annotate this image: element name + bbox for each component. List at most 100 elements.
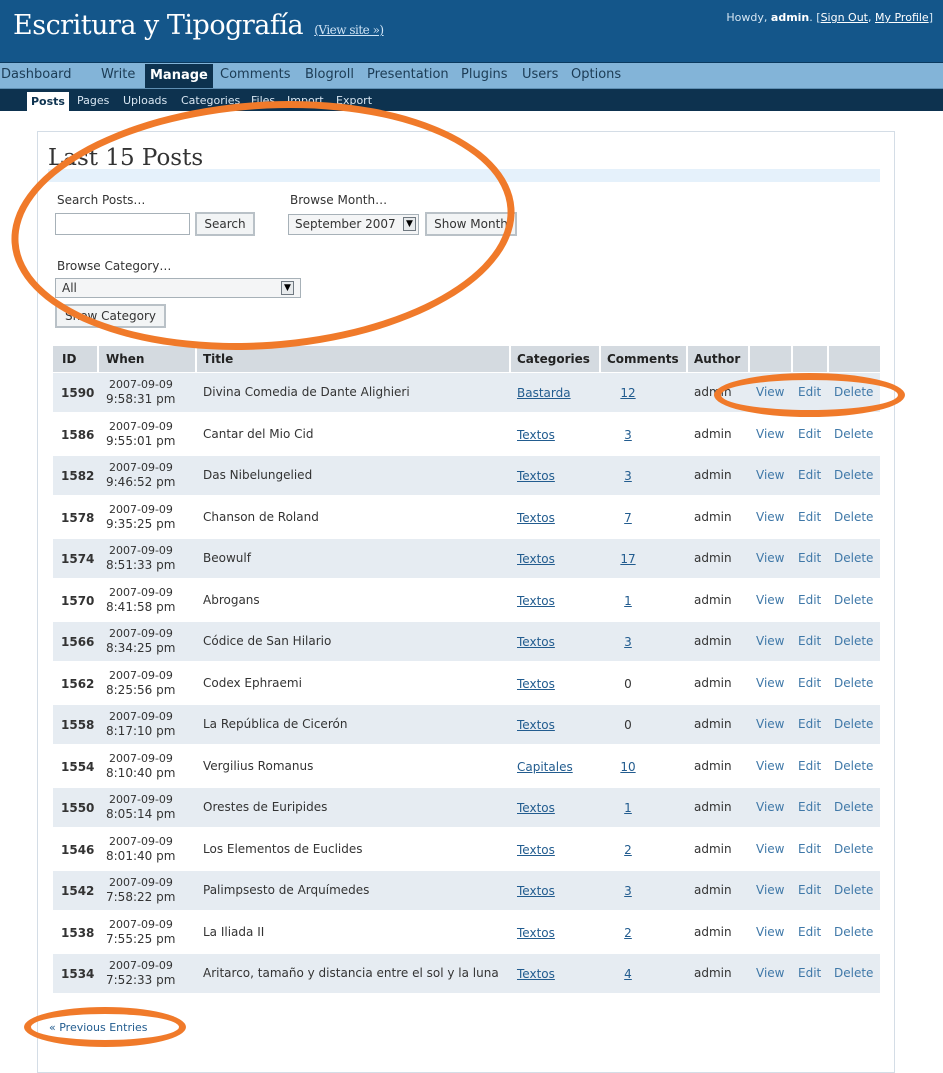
view-post-link[interactable]: View: [756, 759, 784, 773]
view-post-link[interactable]: View: [756, 593, 784, 607]
post-title: La República de Cicerón: [203, 717, 348, 731]
delete-post-link[interactable]: Delete: [834, 510, 873, 524]
delete-post-link[interactable]: Delete: [834, 717, 873, 731]
delete-post-link[interactable]: Delete: [834, 593, 873, 607]
view-post-link[interactable]: View: [756, 966, 784, 980]
edit-post-link[interactable]: Edit: [798, 676, 821, 690]
edit-post-link[interactable]: Edit: [798, 593, 821, 607]
edit-post-link[interactable]: Edit: [798, 842, 821, 856]
menu-manage[interactable]: Manage: [145, 64, 213, 88]
edit-post-link[interactable]: Edit: [798, 551, 821, 565]
menu-blogroll[interactable]: Blogroll: [305, 67, 354, 82]
submenu-posts[interactable]: Posts: [27, 92, 69, 111]
view-post-link[interactable]: View: [756, 717, 784, 731]
delete-post-link[interactable]: Delete: [834, 676, 873, 690]
post-category-link[interactable]: Textos: [517, 594, 555, 608]
edit-post-link[interactable]: Edit: [798, 883, 821, 897]
post-comments-link[interactable]: 10: [608, 760, 648, 774]
post-comments-link[interactable]: 2: [608, 926, 648, 940]
edit-post-link[interactable]: Edit: [798, 468, 821, 482]
table-row: 1562 2007-09-09 8:25:56 pm Codex Ephraemi Te…: [53, 664, 880, 703]
post-category-link[interactable]: Textos: [517, 635, 555, 649]
post-category-link[interactable]: Textos: [517, 677, 555, 691]
menu-presentation[interactable]: Presentation: [367, 67, 449, 82]
delete-post-link[interactable]: Delete: [834, 883, 873, 897]
edit-post-link[interactable]: Edit: [798, 634, 821, 648]
post-category-link[interactable]: Textos: [517, 801, 555, 815]
post-category-link[interactable]: Textos: [517, 511, 555, 525]
table-row: 1554 2007-09-09 8:10:40 pm Vergilius Romanu…: [53, 747, 880, 786]
post-category-link[interactable]: Textos: [517, 428, 555, 442]
post-title: Beowulf: [203, 551, 251, 565]
post-date-day: 2007-09-09: [109, 419, 173, 433]
delete-post-link[interactable]: Delete: [834, 925, 873, 939]
submenu-uploads[interactable]: Uploads: [123, 94, 167, 107]
delete-post-link[interactable]: Delete: [834, 634, 873, 648]
menu-write[interactable]: Write: [101, 67, 135, 82]
edit-post-link[interactable]: Edit: [798, 800, 821, 814]
post-comments-link[interactable]: 1: [608, 594, 648, 608]
delete-post-link[interactable]: Delete: [834, 966, 873, 980]
view-post-link[interactable]: View: [756, 842, 784, 856]
view-post-link[interactable]: View: [756, 676, 784, 690]
post-author: admin: [694, 800, 732, 814]
view-post-link[interactable]: View: [756, 925, 784, 939]
edit-post-link[interactable]: Edit: [798, 717, 821, 731]
post-comments-link[interactable]: 3: [608, 428, 648, 442]
post-title: Vergilius Romanus: [203, 758, 314, 773]
edit-post-link[interactable]: Edit: [798, 427, 821, 441]
delete-post-link[interactable]: Delete: [834, 800, 873, 814]
post-category-link[interactable]: Textos: [517, 926, 555, 940]
view-post-link[interactable]: View: [756, 427, 784, 441]
post-category-link[interactable]: Capitales: [517, 760, 573, 774]
menu-dashboard[interactable]: Dashboard: [1, 67, 72, 82]
menu-users[interactable]: Users: [522, 67, 558, 82]
my-profile-link[interactable]: My Profile: [875, 11, 929, 24]
menu-plugins[interactable]: Plugins: [461, 67, 508, 82]
delete-post-link[interactable]: Delete: [834, 468, 873, 482]
menu-options[interactable]: Options: [571, 67, 621, 82]
post-date: 2007-09-09 9:35:25 pm: [106, 503, 175, 531]
delete-post-link[interactable]: Delete: [834, 427, 873, 441]
view-post-link[interactable]: View: [756, 551, 784, 565]
post-date: 2007-09-09 9:46:52 pm: [106, 461, 175, 489]
post-category-link[interactable]: Textos: [517, 967, 555, 981]
post-date-time: 8:10:40 pm: [106, 765, 176, 780]
submenu-pages[interactable]: Pages: [77, 94, 109, 107]
delete-post-link[interactable]: Delete: [834, 759, 873, 773]
post-category-link[interactable]: Textos: [517, 884, 555, 898]
edit-post-link[interactable]: Edit: [798, 759, 821, 773]
post-comments-link[interactable]: 3: [608, 469, 648, 483]
post-comments-link[interactable]: 4: [608, 967, 648, 981]
menu-comments[interactable]: Comments: [220, 67, 290, 82]
post-id: 1590: [61, 386, 95, 400]
view-post-link[interactable]: View: [756, 634, 784, 648]
view-post-link[interactable]: View: [756, 510, 784, 524]
post-category-link[interactable]: Textos: [517, 469, 555, 483]
post-comments-link[interactable]: 3: [608, 635, 648, 649]
post-category-link[interactable]: Textos: [517, 552, 555, 566]
post-category-link[interactable]: Textos: [517, 718, 555, 732]
post-date-day: 2007-09-09: [109, 834, 173, 848]
view-post-link[interactable]: View: [756, 468, 784, 482]
post-comments-link[interactable]: 3: [608, 884, 648, 898]
post-date: 2007-09-09 8:41:58 pm: [106, 586, 175, 614]
post-comments-link[interactable]: 12: [608, 386, 648, 400]
edit-post-link[interactable]: Edit: [798, 925, 821, 939]
post-comments-link[interactable]: 2: [608, 843, 648, 857]
delete-post-link[interactable]: Delete: [834, 551, 873, 565]
column-divider: [827, 346, 829, 372]
post-comments-link[interactable]: 7: [608, 511, 648, 525]
view-post-link[interactable]: View: [756, 800, 784, 814]
post-category-link[interactable]: Textos: [517, 843, 555, 857]
sign-out-link[interactable]: Sign Out: [821, 11, 868, 24]
edit-post-link[interactable]: Edit: [798, 966, 821, 980]
post-category-link[interactable]: Bastarda: [517, 386, 571, 400]
post-comments-link[interactable]: 1: [608, 801, 648, 815]
delete-post-link[interactable]: Delete: [834, 842, 873, 856]
column-divider: [599, 346, 601, 372]
view-site-link[interactable]: (View site »): [314, 23, 384, 37]
view-post-link[interactable]: View: [756, 883, 784, 897]
post-comments-link[interactable]: 17: [608, 552, 648, 566]
edit-post-link[interactable]: Edit: [798, 510, 821, 524]
